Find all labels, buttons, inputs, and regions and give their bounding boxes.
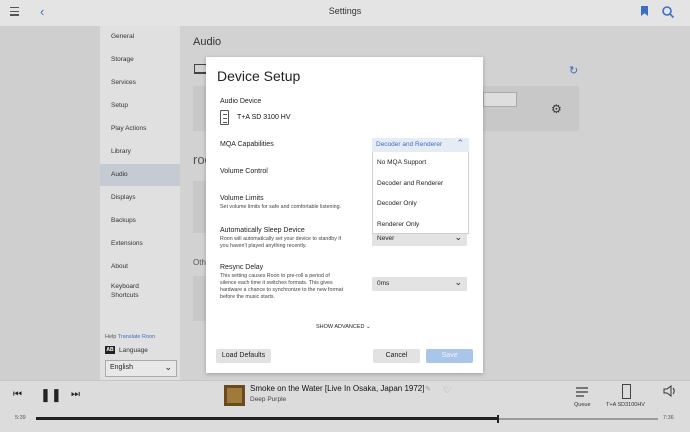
sidebar-item-library[interactable]: Library bbox=[100, 141, 180, 163]
sidebar-item-keyboard-shortcuts[interactable]: Keyboard Shortcuts bbox=[100, 279, 180, 303]
resync-delay-label: Resync Delay bbox=[220, 264, 264, 271]
back-arrow-icon[interactable]: ‹ bbox=[40, 4, 44, 19]
mqa-option[interactable]: No MQA Support bbox=[377, 159, 426, 166]
edit-icon[interactable]: ✎ bbox=[425, 385, 431, 393]
sidebar-item-displays[interactable]: Displays bbox=[100, 187, 180, 209]
sidebar-item-label: Library bbox=[111, 148, 131, 155]
sleep-label: Automatically Sleep Device bbox=[220, 227, 305, 234]
volume-control-label: Volume Control bbox=[220, 168, 268, 175]
save-button[interactable]: Save bbox=[426, 349, 473, 363]
mqa-value: Decoder and Renderer bbox=[376, 141, 443, 148]
device-icon bbox=[220, 110, 229, 125]
sleep-desc-line: Roon will automatically set your device … bbox=[220, 236, 342, 242]
sidebar-item-general[interactable]: General bbox=[100, 26, 180, 48]
favorite-icon[interactable]: ♡ bbox=[443, 385, 451, 396]
volume-icon[interactable] bbox=[663, 385, 677, 397]
chevron-up-icon: ⌃ bbox=[456, 138, 464, 148]
section-title: Audio bbox=[193, 36, 222, 48]
language-label: Language bbox=[119, 347, 148, 354]
sidebar-item-backups[interactable]: Backups bbox=[100, 210, 180, 232]
mqa-option[interactable]: Decoder and Renderer bbox=[377, 180, 443, 187]
sidebar-item-label: Displays bbox=[111, 194, 136, 201]
volume-limits-desc: Set volume limits for safe and comfortab… bbox=[220, 204, 342, 210]
mqa-option[interactable]: Renderer Only bbox=[377, 221, 419, 228]
page-title: Settings bbox=[328, 6, 362, 16]
sidebar-item-label: Keyboard Shortcuts bbox=[111, 283, 139, 299]
sleep-desc-line: you haven't played anything recently. bbox=[220, 243, 307, 249]
seek-handle[interactable] bbox=[497, 415, 499, 423]
settings-sidebar: General Storage Services Setup Play Acti… bbox=[100, 26, 180, 380]
sidebar-item-label: Setup bbox=[111, 102, 128, 109]
device-name: T+A SD 3100 HV bbox=[237, 114, 291, 121]
sidebar-item-label: About bbox=[111, 263, 128, 270]
sidebar-item-label: Extensions bbox=[111, 240, 143, 247]
mqa-option[interactable]: Decoder Only bbox=[377, 200, 417, 207]
show-advanced-label: SHOW ADVANCED bbox=[316, 324, 365, 330]
pause-icon[interactable]: ❚❚ bbox=[40, 387, 62, 403]
resync-value: 0ms bbox=[377, 280, 390, 287]
help-line: Help Translate Roon bbox=[105, 334, 155, 340]
device-name-field[interactable] bbox=[483, 92, 517, 107]
refresh-icon[interactable]: ↻ bbox=[569, 64, 578, 77]
sidebar-item-storage[interactable]: Storage bbox=[100, 49, 180, 71]
audio-device-label: Audio Device bbox=[220, 98, 262, 105]
dialog-title: Device Setup bbox=[217, 68, 301, 84]
language-value: English bbox=[110, 364, 133, 371]
other-section-label: Oth bbox=[193, 258, 206, 267]
load-defaults-button[interactable]: Load Defaults bbox=[216, 349, 271, 363]
resync-select[interactable]: 0ms ⌄ bbox=[372, 277, 467, 291]
queue-label[interactable]: Queue bbox=[574, 402, 591, 408]
sidebar-item-label: Backups bbox=[111, 217, 136, 224]
sleep-value: Never bbox=[377, 235, 395, 242]
resync-desc-line: hardware a chance to synchronize to the … bbox=[220, 287, 344, 293]
sidebar-item-audio[interactable]: Audio bbox=[100, 164, 180, 186]
sidebar-item-label: Play Actions bbox=[111, 125, 147, 132]
resync-desc-line: silence each time it switches formats. T… bbox=[220, 280, 333, 286]
mqa-capabilities-label: MQA Capabilities bbox=[220, 141, 274, 148]
zone-device-icon[interactable] bbox=[622, 384, 631, 399]
search-icon[interactable] bbox=[661, 5, 675, 19]
mqa-dropdown-list: No MQA Support Decoder and Renderer Deco… bbox=[372, 152, 469, 234]
menu-icon[interactable] bbox=[10, 7, 19, 16]
sidebar-item-services[interactable]: Services bbox=[100, 72, 180, 94]
sidebar-item-label: Audio bbox=[111, 171, 128, 178]
album-art[interactable] bbox=[224, 385, 245, 406]
chevron-down-icon: ⌄ bbox=[366, 324, 371, 330]
song-title[interactable]: Smoke on the Water [Live In Osaka, Japan… bbox=[250, 384, 424, 393]
duration-time: 7:36 bbox=[663, 415, 674, 421]
gear-icon[interactable]: ⚙ bbox=[551, 102, 562, 116]
resync-desc-line: This setting causes Roon to pre-roll a p… bbox=[220, 273, 330, 279]
mqa-select[interactable]: Decoder and Renderer ⌃ bbox=[372, 138, 469, 152]
next-track-icon[interactable]: ⏭ bbox=[71, 389, 80, 400]
left-margin bbox=[0, 26, 100, 380]
resync-desc-line: before the music starts. bbox=[220, 294, 276, 300]
sidebar-item-setup[interactable]: Setup bbox=[100, 95, 180, 117]
cancel-button[interactable]: Cancel bbox=[373, 349, 420, 363]
elapsed-time: 5:39 bbox=[15, 415, 26, 421]
sidebar-item-about[interactable]: About bbox=[100, 256, 180, 278]
sidebar-item-extensions[interactable]: Extensions bbox=[100, 233, 180, 255]
sidebar-item-label: General bbox=[111, 33, 135, 40]
sidebar-item-label: Services bbox=[111, 79, 136, 86]
show-advanced-button[interactable]: SHOW ADVANCED ⌄ bbox=[316, 324, 371, 330]
sidebar-item-play-actions[interactable]: Play Actions bbox=[100, 118, 180, 140]
chevron-down-icon: ⌄ bbox=[454, 277, 462, 287]
volume-limits-label: Volume Limits bbox=[220, 195, 264, 202]
sidebar-item-label: Storage bbox=[111, 56, 134, 63]
sleep-select[interactable]: Never ⌄ bbox=[372, 232, 467, 246]
top-bar: Settings bbox=[0, 0, 690, 26]
queue-icon[interactable] bbox=[576, 387, 588, 397]
help-label: Help bbox=[105, 334, 117, 340]
previous-track-icon[interactable]: ⏮ bbox=[13, 389, 22, 400]
artist-name[interactable]: Deep Purple bbox=[250, 396, 286, 403]
language-select[interactable]: English ⌄ bbox=[105, 360, 177, 377]
chevron-down-icon: ⌄ bbox=[164, 362, 172, 372]
seek-progress[interactable] bbox=[36, 417, 498, 420]
zone-label[interactable]: T+A SD3100HV bbox=[606, 402, 645, 408]
translate-roon-link[interactable]: Translate Roon bbox=[118, 334, 155, 340]
language-icon: AB bbox=[105, 346, 115, 354]
